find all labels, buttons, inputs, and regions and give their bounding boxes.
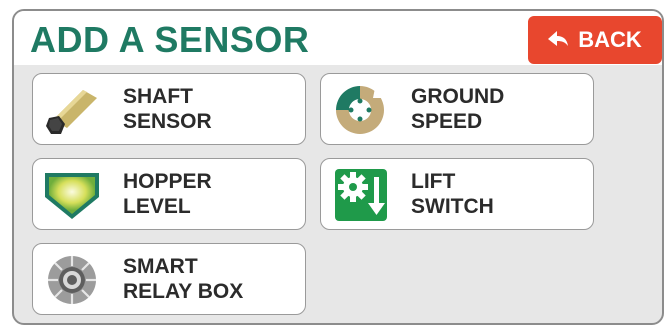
header-bar: ADD A SENSOR BACK	[14, 11, 662, 65]
hopper-level-icon	[45, 173, 99, 219]
tile-label-line1: SHAFT	[123, 85, 193, 108]
shaft-sensor-icon	[46, 90, 97, 134]
tile-label-line2: SENSOR	[123, 110, 212, 133]
tile-label-line2: LEVEL	[123, 195, 191, 218]
back-arrow-icon	[548, 31, 569, 49]
lift-switch-icon	[335, 169, 387, 221]
smart-relay-box-button[interactable]: SMART RELAY BOX	[32, 243, 306, 315]
tile-label-line1: SMART	[123, 255, 198, 278]
tile-label-line1: GROUND	[411, 85, 505, 108]
shaft-sensor-button[interactable]: SHAFT SENSOR	[32, 73, 306, 145]
tile-label-line2: SPEED	[411, 110, 483, 133]
back-label: BACK	[578, 27, 642, 52]
tile-label-line1: LIFT	[411, 170, 456, 193]
page-title: ADD A SENSOR	[30, 19, 310, 60]
smart-relay-box-icon	[48, 256, 96, 304]
ground-speed-button[interactable]: GROUND SPEED	[320, 73, 594, 145]
hopper-level-button[interactable]: HOPPER LEVEL	[32, 158, 306, 230]
ground-speed-icon	[336, 86, 384, 134]
lift-switch-button[interactable]: LIFT SWITCH	[320, 158, 594, 230]
tile-label-line2: RELAY BOX	[123, 280, 244, 303]
back-button[interactable]: BACK	[528, 16, 662, 64]
tile-label-line2: SWITCH	[411, 195, 494, 218]
add-sensor-panel: ADD A SENSOR BACK SHAFT SENSOR GROUND SP…	[12, 9, 664, 325]
tile-label-line1: HOPPER	[123, 170, 212, 193]
